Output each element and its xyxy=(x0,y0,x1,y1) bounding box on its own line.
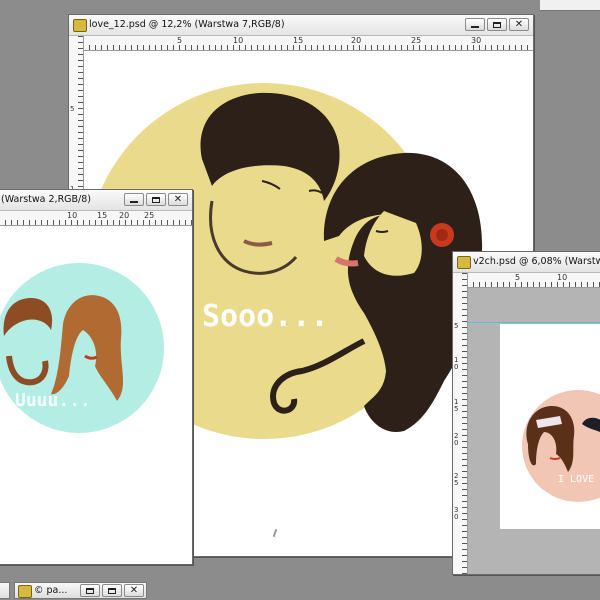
maximize-icon xyxy=(152,196,160,203)
document-window-left[interactable]: (Warstwa 2,RGB/8) ✕ 10 15 20 25 Uuuu... xyxy=(0,189,193,565)
guide-line xyxy=(468,322,600,323)
ruler-ticks xyxy=(467,282,600,287)
maximize-button[interactable] xyxy=(487,18,507,31)
ruler-label: 5 xyxy=(70,105,75,113)
horizontal-ruler[interactable]: 5 10 15 20 25 30 xyxy=(83,36,533,51)
taskbar-item-1[interactable] xyxy=(0,582,10,599)
ruler-label: 10 xyxy=(557,273,568,282)
artwork-couple-peach xyxy=(522,390,600,502)
psd-file-icon xyxy=(457,256,471,269)
maximize-icon xyxy=(493,21,501,28)
ruler-label: 30 xyxy=(471,36,482,45)
close-icon: ✕ xyxy=(173,193,183,205)
window-titlebar[interactable]: love_12.psd @ 12,2% (Warstwa 7,RGB/8) ✕ xyxy=(69,15,533,36)
ruler-label: 5 xyxy=(515,273,521,282)
vertical-ruler[interactable]: 5 10 15 20 25 30 xyxy=(453,273,468,574)
ruler-label: 10 xyxy=(454,356,459,371)
ruler-label: 30 xyxy=(454,506,459,521)
ruler-label: 10 xyxy=(233,36,244,45)
document-window-v2ch[interactable]: v2ch.psd @ 6,08% (Warstwa 5 10 5 10 15 2… xyxy=(452,251,600,575)
close-button[interactable]: ✕ xyxy=(168,193,188,206)
maximize-button[interactable] xyxy=(102,584,122,597)
woman-eye xyxy=(375,230,389,233)
close-icon: ✕ xyxy=(129,584,139,596)
ruler-label: 20 xyxy=(351,36,362,45)
overlay-word: Sooo... xyxy=(202,299,329,334)
window-titlebar[interactable]: v2ch.psd @ 6,08% (Warstwa xyxy=(453,252,600,273)
window-title: v2ch.psd @ 6,08% (Warstwa xyxy=(473,256,600,267)
horizontal-ruler[interactable]: 5 10 xyxy=(467,273,600,288)
ruler-label: 10 xyxy=(67,211,78,220)
window-title: (Warstwa 2,RGB/8) xyxy=(1,194,91,205)
maximize-button[interactable] xyxy=(146,193,166,206)
psd-file-icon xyxy=(73,19,87,32)
ruler-label: 15 xyxy=(454,398,459,413)
minimize-button[interactable] xyxy=(124,193,144,206)
psd-file-icon xyxy=(18,585,32,598)
overlay-word: I LOVE U xyxy=(558,474,600,485)
ruler-label: 15 xyxy=(97,211,108,220)
ruler-label: 20 xyxy=(119,211,130,220)
woman-lips xyxy=(549,457,561,460)
ruler-label: 20 xyxy=(454,432,459,447)
horizontal-ruler[interactable]: 10 15 20 25 xyxy=(0,211,192,226)
minimize-icon xyxy=(471,26,479,28)
ruler-ticks xyxy=(83,45,533,50)
restore-button[interactable] xyxy=(80,584,100,597)
background-window-edge xyxy=(540,0,600,11)
window-title: love_12.psd @ 12,2% (Warstwa 7,RGB/8) xyxy=(89,19,285,30)
ruler-label: 25 xyxy=(454,472,459,487)
document-canvas[interactable]: I LOVE U xyxy=(500,324,600,529)
overlay-word: Uuuu... xyxy=(15,390,91,411)
taskbar: © pa... ✕ xyxy=(0,580,600,600)
document-workspace[interactable]: I LOVE U xyxy=(468,288,600,574)
close-icon: ✕ xyxy=(514,18,524,30)
document-canvas[interactable]: Uuuu... xyxy=(0,226,192,564)
ruler-label: 15 xyxy=(293,36,304,45)
taskbar-item-2[interactable]: © pa... ✕ xyxy=(14,582,147,599)
rose-center xyxy=(436,229,448,241)
minimize-button[interactable] xyxy=(465,18,485,31)
close-button[interactable]: ✕ xyxy=(124,584,144,597)
minimize-icon xyxy=(130,201,138,203)
maximize-icon xyxy=(108,587,116,594)
close-button[interactable]: ✕ xyxy=(509,18,529,31)
ruler-ticks xyxy=(0,220,192,225)
taskbar-item-label: © pa... xyxy=(34,585,68,596)
ruler-label: 25 xyxy=(144,211,155,220)
ruler-label: 5 xyxy=(454,322,459,330)
ruler-label: 5 xyxy=(177,36,183,45)
ruler-ticks xyxy=(462,273,467,574)
ruler-label: 25 xyxy=(411,36,422,45)
restore-icon xyxy=(86,587,94,594)
window-titlebar[interactable]: (Warstwa 2,RGB/8) ✕ xyxy=(0,190,192,211)
